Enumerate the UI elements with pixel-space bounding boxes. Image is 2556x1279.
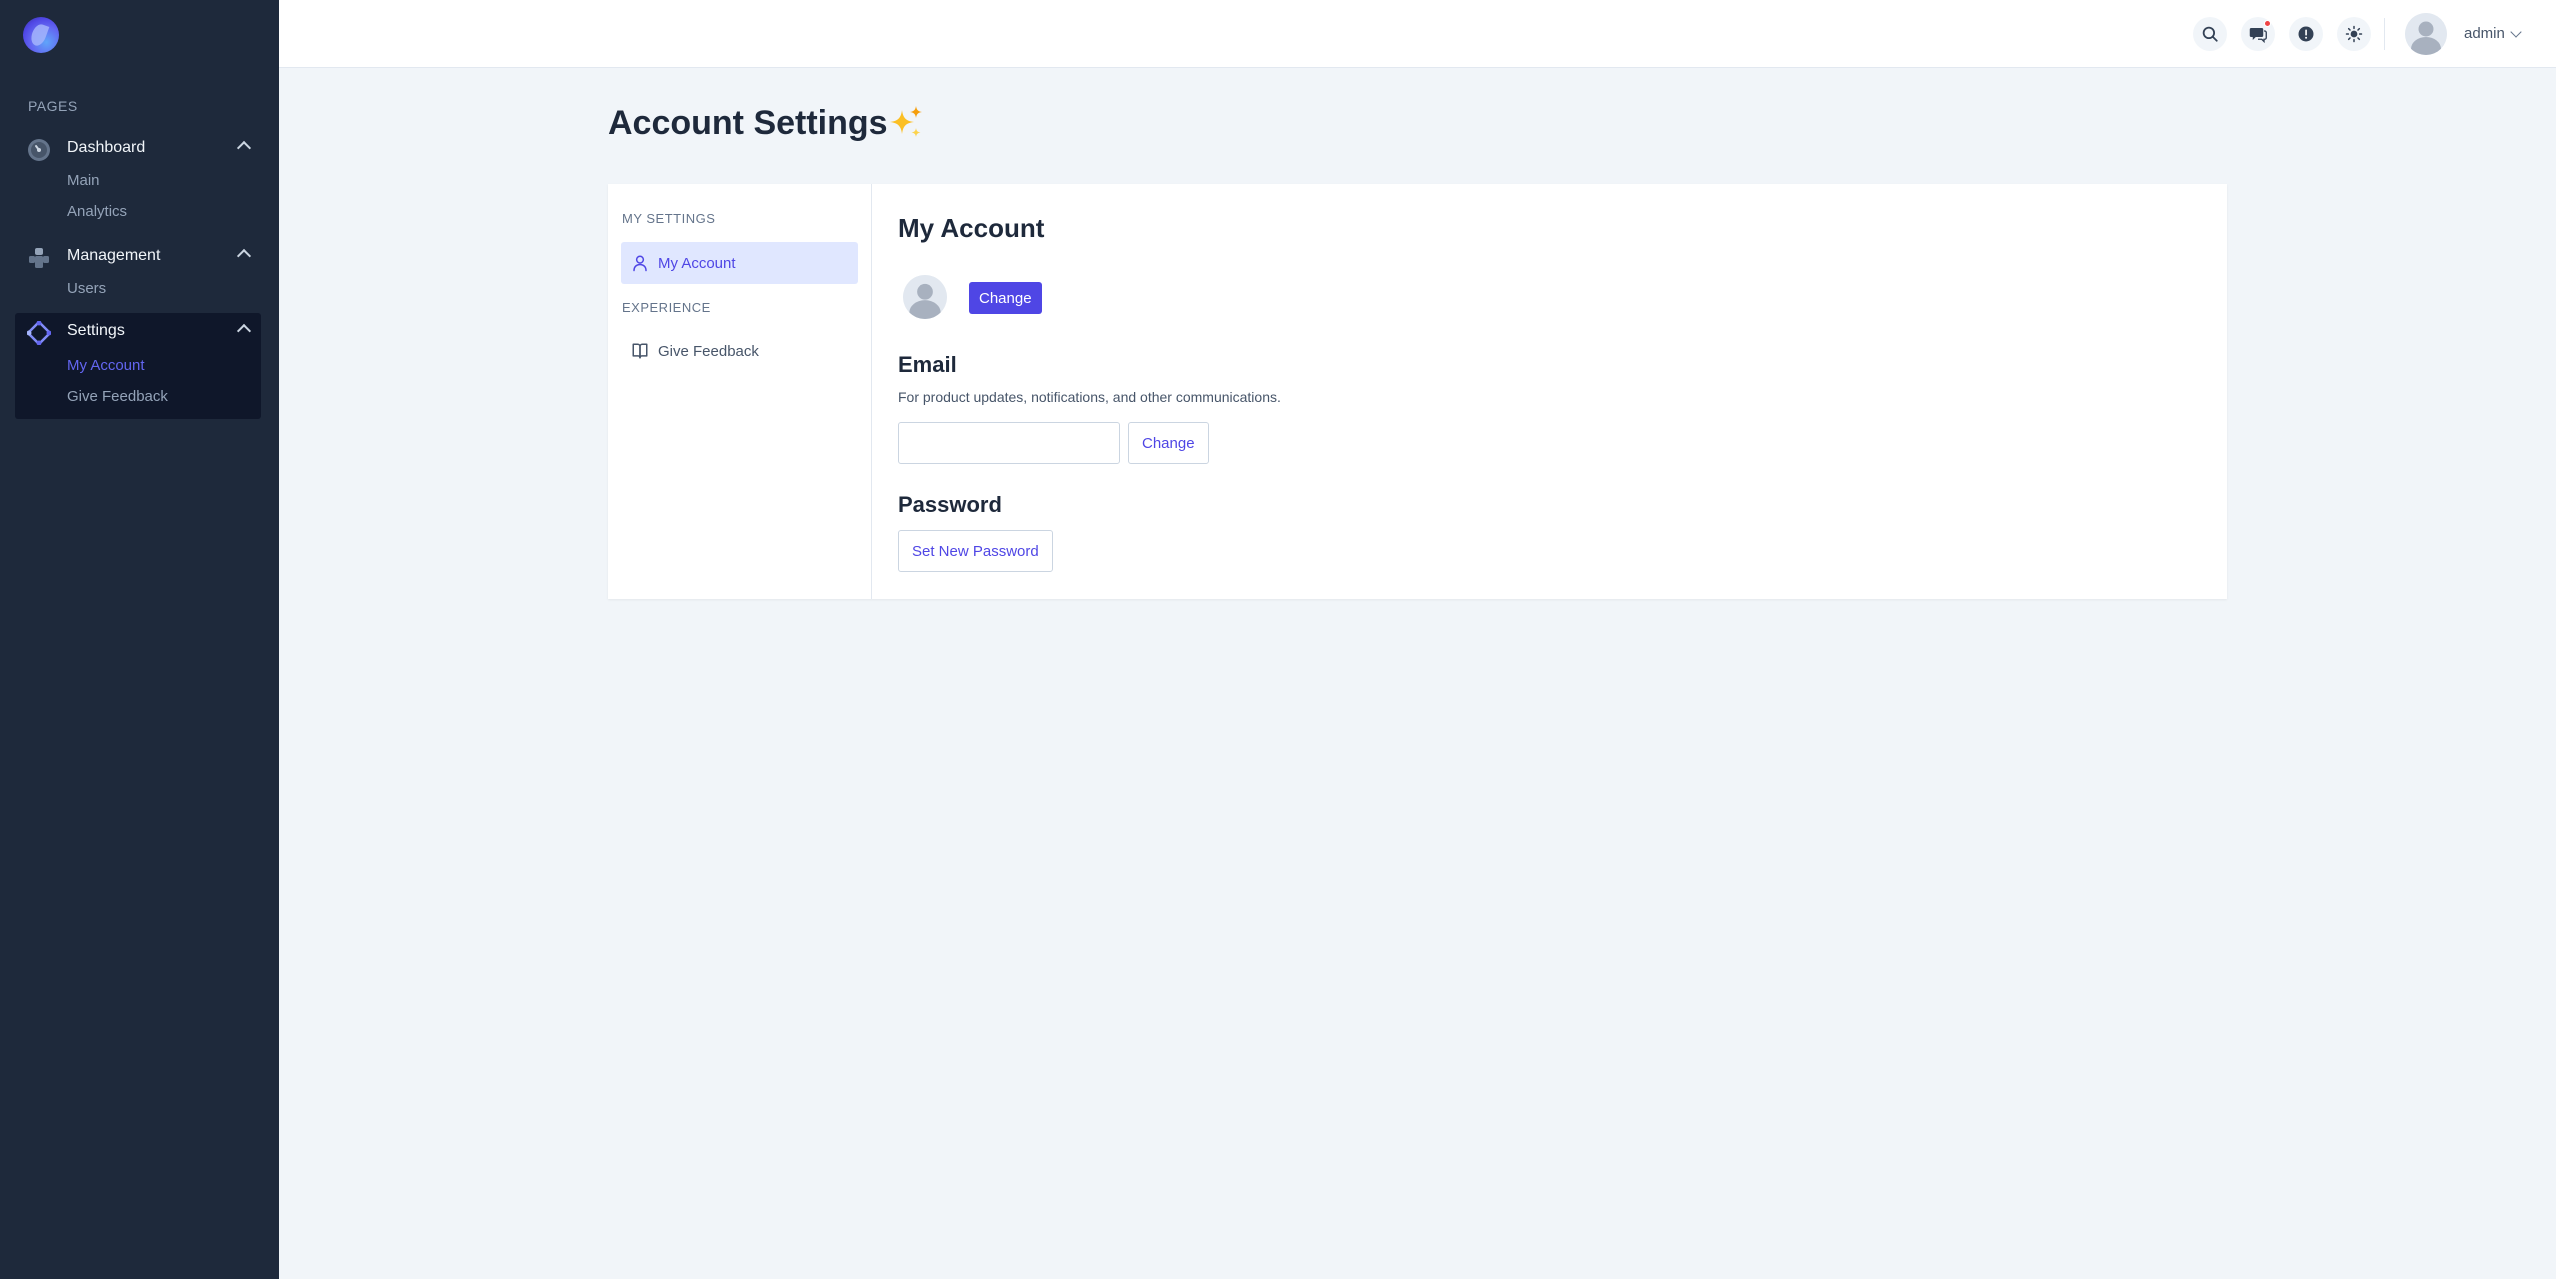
- topbar-divider: [2384, 18, 2385, 50]
- change-avatar-button[interactable]: Change: [969, 282, 1042, 314]
- sidebar-item-management[interactable]: Management: [15, 238, 261, 274]
- sidebar-subitem-analytics[interactable]: Analytics: [67, 203, 127, 220]
- chevron-up-icon[interactable]: [236, 248, 252, 264]
- profile-avatar: [903, 275, 947, 319]
- settings-nav-my-account[interactable]: My Account: [621, 242, 858, 284]
- messages-button[interactable]: [2241, 17, 2275, 51]
- sidebar-subitem-give-feedback[interactable]: Give Feedback: [67, 388, 168, 405]
- settings-section-label: MY SETTINGS: [622, 211, 716, 226]
- user-name[interactable]: admin: [2464, 25, 2505, 42]
- sidebar-group-dashboard: Dashboard Main Analytics: [15, 130, 261, 220]
- account-heading: My Account: [898, 213, 1045, 243]
- sidebar-subitem-main[interactable]: Main: [67, 172, 100, 189]
- chevron-up-icon[interactable]: [236, 140, 252, 156]
- book-icon: [632, 343, 648, 359]
- settings-nav: MY SETTINGS My Account EXPERIENCE Give F…: [608, 184, 872, 599]
- sidebar-section-label: PAGES: [28, 98, 78, 114]
- sparkles-icon: [890, 106, 922, 137]
- user-avatar-icon: [2405, 13, 2447, 55]
- settings-nav-give-feedback[interactable]: Give Feedback: [621, 330, 858, 372]
- email-heading: Email: [898, 352, 957, 377]
- topbar: admin: [279, 0, 2556, 68]
- email-field[interactable]: [898, 422, 1120, 464]
- avatar[interactable]: [2405, 13, 2447, 55]
- alerts-button[interactable]: [2289, 17, 2323, 51]
- settings-section-label: EXPERIENCE: [622, 300, 711, 315]
- set-new-password-button[interactable]: Set New Password: [898, 530, 1053, 572]
- search-button[interactable]: [2193, 17, 2227, 51]
- password-heading: Password: [898, 492, 1002, 517]
- sidebar: PAGES Dashboard Main Analytics Managemen…: [0, 0, 279, 1279]
- sidebar-item-label: Dashboard: [67, 139, 146, 156]
- sidebar-subitem-users[interactable]: Users: [67, 280, 106, 297]
- page-title: Account Settings: [608, 104, 888, 142]
- notification-dot: [2264, 20, 2271, 27]
- settings-icon: [27, 321, 51, 345]
- dashboard-icon: [28, 139, 50, 161]
- alert-icon: [2298, 26, 2314, 42]
- chat-icon: [2249, 28, 2267, 43]
- theme-toggle-button[interactable]: [2337, 17, 2371, 51]
- account-settings-card: MY SETTINGS My Account EXPERIENCE Give F…: [608, 184, 2227, 599]
- sidebar-item-label: Management: [67, 247, 161, 264]
- change-email-button[interactable]: Change: [1128, 422, 1209, 464]
- app-logo[interactable]: [23, 17, 59, 53]
- management-icon: [29, 248, 49, 268]
- sidebar-subitem-my-account[interactable]: My Account: [67, 357, 145, 374]
- chevron-down-icon[interactable]: [2510, 26, 2522, 38]
- sidebar-item-settings[interactable]: Settings: [15, 313, 261, 349]
- user-icon: [633, 255, 647, 272]
- settings-nav-label: My Account: [658, 255, 736, 272]
- sidebar-group-settings: Settings My Account Give Feedback: [15, 313, 261, 419]
- theme-toggle-icon: [2345, 25, 2363, 43]
- user-avatar-icon: [903, 275, 947, 319]
- sidebar-group-management: Management Users: [15, 238, 261, 302]
- sidebar-item-dashboard[interactable]: Dashboard: [15, 130, 261, 166]
- email-description: For product updates, notifications, and …: [898, 389, 1281, 405]
- search-icon: [2202, 26, 2218, 42]
- sidebar-item-label: Settings: [67, 322, 125, 339]
- chevron-up-icon[interactable]: [236, 323, 252, 339]
- settings-nav-label: Give Feedback: [658, 343, 759, 360]
